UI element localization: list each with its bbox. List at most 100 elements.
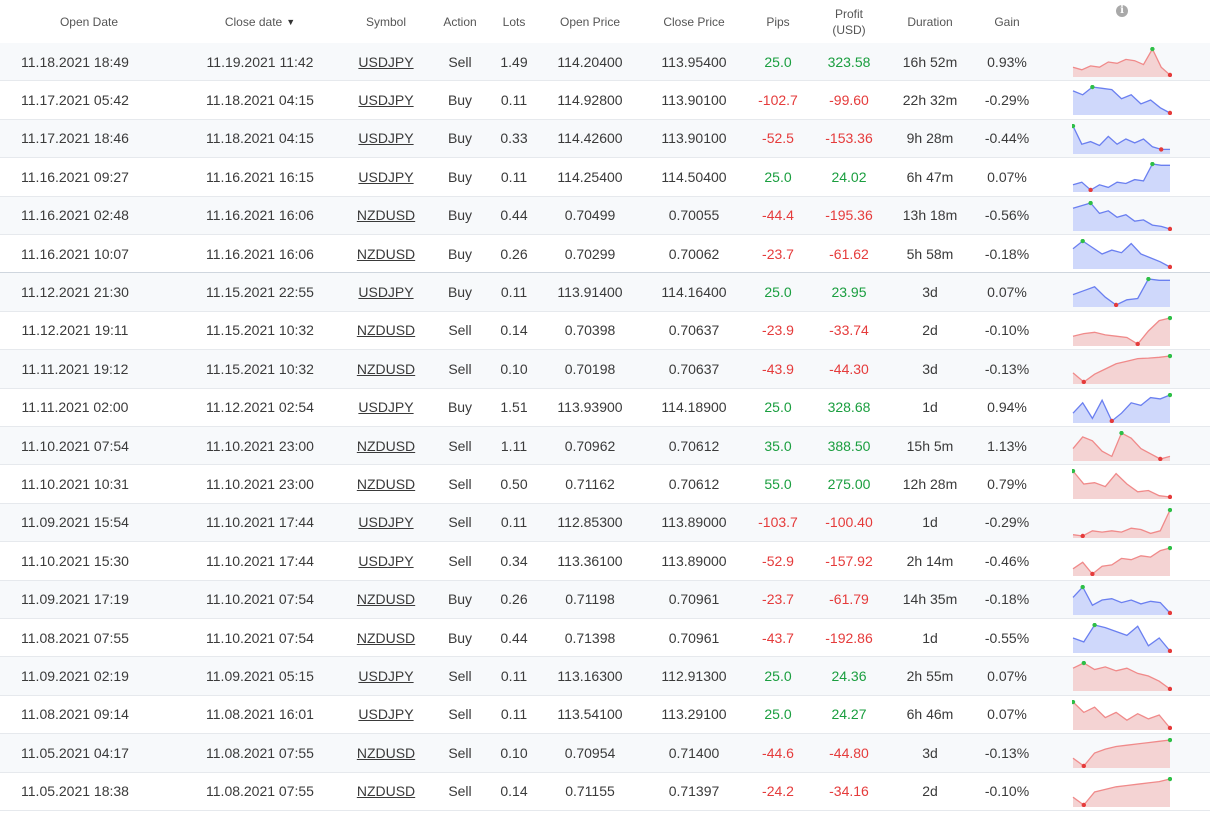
table-row[interactable]: 11.18.2021 18:49 11.19.2021 11:42 USDJPY Se…	[0, 43, 1210, 82]
profit-cell: 323.58	[827, 53, 871, 70]
symbol-link[interactable]: NZDUSD	[356, 619, 416, 656]
profit-cell: -61.79	[829, 591, 869, 608]
table-row[interactable]: 11.17.2021 18:46 11.18.2021 04:15 USDJPY Bu…	[0, 119, 1210, 159]
table-row[interactable]: 11.16.2021 02:48 11.16.2021 16:06 NZDUSD Bu…	[0, 196, 1210, 235]
header-open-date[interactable]: Open Date	[30, 0, 148, 43]
open-price-cell: 114.92800	[557, 91, 623, 108]
close-price-cell: 0.70637	[668, 360, 720, 377]
table-row[interactable]: 11.16.2021 09:27 11.16.2021 16:15 USDJPY Bu…	[0, 158, 1210, 197]
header-duration[interactable]: Duration	[890, 0, 970, 43]
sparkline-low-marker	[1167, 495, 1172, 500]
sparkline-area	[1073, 125, 1170, 154]
symbol-link[interactable]: NZDUSD	[356, 197, 416, 234]
symbol-link[interactable]: NZDUSD	[356, 427, 416, 464]
table-row[interactable]: 11.08.2021 07:55 11.10.2021 07:54 NZDUSD Bu…	[0, 619, 1210, 658]
action-cell: Buy	[447, 207, 473, 224]
header-pips[interactable]: Pips	[748, 0, 808, 43]
header-symbol[interactable]: Symbol	[356, 0, 416, 43]
close-price-cell: 0.70062	[668, 245, 720, 262]
table-row[interactable]: 11.16.2021 10:07 11.16.2021 16:06 NZDUSD Bu…	[0, 235, 1210, 274]
symbol-link[interactable]: NZDUSD	[356, 350, 416, 387]
open-date-cell: 11.08.2021 09:14	[21, 706, 129, 723]
symbol-link[interactable]: NZDUSD	[356, 734, 416, 771]
table-row[interactable]: 11.09.2021 15:54 11.10.2021 17:44 USDJPY Se…	[0, 503, 1210, 543]
close-date-cell: 11.08.2021 16:01	[206, 706, 314, 723]
close-price-cell: 114.16400	[661, 283, 727, 300]
symbol-link[interactable]: NZDUSD	[356, 773, 416, 810]
action-cell: Sell	[448, 744, 472, 761]
sparkline-area	[1073, 778, 1170, 807]
header-close-date[interactable]: Close date ▼	[200, 0, 320, 43]
sparkline-high-marker	[1150, 162, 1155, 167]
table-row[interactable]: 11.11.2021 02:00 11.12.2021 02:54 USDJPY Bu…	[0, 389, 1210, 427]
lots-cell: 0.10	[500, 744, 528, 761]
symbol-link[interactable]: USDJPY	[356, 389, 416, 426]
sparkline-area	[1073, 586, 1170, 615]
sparkline-high-marker	[1150, 47, 1155, 52]
gain-cell: -0.29%	[984, 91, 1030, 108]
symbol-link[interactable]: USDJPY	[356, 657, 416, 694]
symbol-link[interactable]: NZDUSD	[356, 581, 416, 618]
sparkline-high-marker	[1092, 623, 1097, 628]
symbol-link[interactable]: NZDUSD	[356, 465, 416, 502]
table-row[interactable]: 11.10.2021 10:31 11.10.2021 23:00 NZDUSD Se…	[0, 465, 1210, 504]
table-row[interactable]: 11.17.2021 05:42 11.18.2021 04:15 USDJPY Bu…	[0, 81, 1210, 120]
open-date-cell: 11.11.2021 02:00	[21, 399, 129, 416]
table-row[interactable]: 11.12.2021 19:11 11.15.2021 10:32 NZDUSD Se…	[0, 312, 1210, 351]
table-row[interactable]: 11.11.2021 19:12 11.15.2021 10:32 NZDUSD Se…	[0, 350, 1210, 389]
sparkline-low-marker	[1090, 571, 1095, 577]
header-open-price[interactable]: Open Price	[545, 0, 635, 43]
open-price-cell: 0.70398	[564, 322, 616, 339]
close-price-cell: 113.29100	[661, 706, 727, 723]
sparkline-area	[1073, 394, 1170, 423]
close-price-cell: 0.70055	[668, 207, 720, 224]
lots-cell: 0.11	[500, 168, 528, 185]
table-row[interactable]: 11.12.2021 21:30 11.15.2021 22:55 USDJPY Bu…	[0, 273, 1210, 312]
duration-cell: 6h 47m	[906, 168, 954, 185]
table-row[interactable]: 11.05.2021 18:38 11.08.2021 07:55 NZDUSD Se…	[0, 773, 1210, 811]
header-lots[interactable]: Lots	[490, 0, 538, 43]
symbol-link[interactable]: USDJPY	[356, 696, 416, 733]
profit-cell: -153.36	[825, 130, 873, 147]
table-row[interactable]: 11.10.2021 15:30 11.10.2021 17:44 USDJPY Se…	[0, 542, 1210, 581]
table-row[interactable]: 11.10.2021 07:54 11.10.2021 23:00 NZDUSD Se…	[0, 427, 1210, 466]
open-price-cell: 0.71198	[565, 591, 615, 608]
profit-cell: -44.80	[829, 744, 869, 761]
symbol-link[interactable]: USDJPY	[356, 120, 416, 157]
close-date-cell: 11.15.2021 10:32	[206, 360, 314, 377]
table-row[interactable]: 11.09.2021 02:19 11.09.2021 05:15 USDJPY Se…	[0, 657, 1210, 696]
close-date-cell: 11.16.2021 16:06	[206, 245, 314, 262]
lots-cell: 0.11	[500, 283, 528, 300]
profit-cell: -100.40	[825, 514, 873, 531]
profit-cell: -34.16	[829, 783, 869, 800]
close-price-cell: 0.70637	[668, 322, 720, 339]
header-close-price[interactable]: Close Price	[648, 0, 740, 43]
symbol-link[interactable]: USDJPY	[356, 158, 416, 195]
gain-cell: -0.10%	[984, 783, 1030, 800]
info-icon[interactable]: i	[1116, 4, 1128, 17]
gain-cell: 1.13%	[987, 437, 1027, 454]
open-date-cell: 11.12.2021 19:11	[21, 322, 129, 339]
symbol-link[interactable]: USDJPY	[356, 81, 416, 118]
header-gain[interactable]: Gain	[977, 0, 1037, 43]
table-row[interactable]: 11.09.2021 17:19 11.10.2021 07:54 NZDUSD Bu…	[0, 580, 1210, 619]
symbol-link[interactable]: USDJPY	[356, 273, 416, 310]
header-action[interactable]: Action	[430, 0, 490, 43]
duration-cell: 2h 55m	[906, 667, 954, 684]
pips-cell: -52.9	[762, 552, 794, 569]
symbol-link[interactable]: USDJPY	[356, 504, 416, 541]
table-row[interactable]: 11.08.2021 09:14 11.08.2021 16:01 USDJPY Se…	[0, 696, 1210, 735]
table-row[interactable]: 11.05.2021 04:17 11.08.2021 07:55 NZDUSD Se…	[0, 734, 1210, 773]
symbol-link[interactable]: NZDUSD	[356, 235, 416, 272]
trade-sparkline	[1072, 200, 1172, 231]
action-cell: Sell	[448, 706, 472, 723]
symbol-link[interactable]: USDJPY	[356, 43, 416, 80]
open-date-cell: 11.12.2021 21:30	[21, 283, 129, 300]
symbol-link[interactable]: NZDUSD	[356, 312, 416, 349]
header-profit[interactable]: Profit (USD)	[813, 0, 885, 43]
sort-desc-icon: ▼	[286, 16, 296, 27]
open-date-cell: 11.16.2021 02:48	[21, 207, 129, 224]
close-price-cell: 0.70612	[668, 475, 720, 492]
gain-cell: -0.29%	[984, 514, 1030, 531]
symbol-link[interactable]: USDJPY	[356, 542, 416, 579]
